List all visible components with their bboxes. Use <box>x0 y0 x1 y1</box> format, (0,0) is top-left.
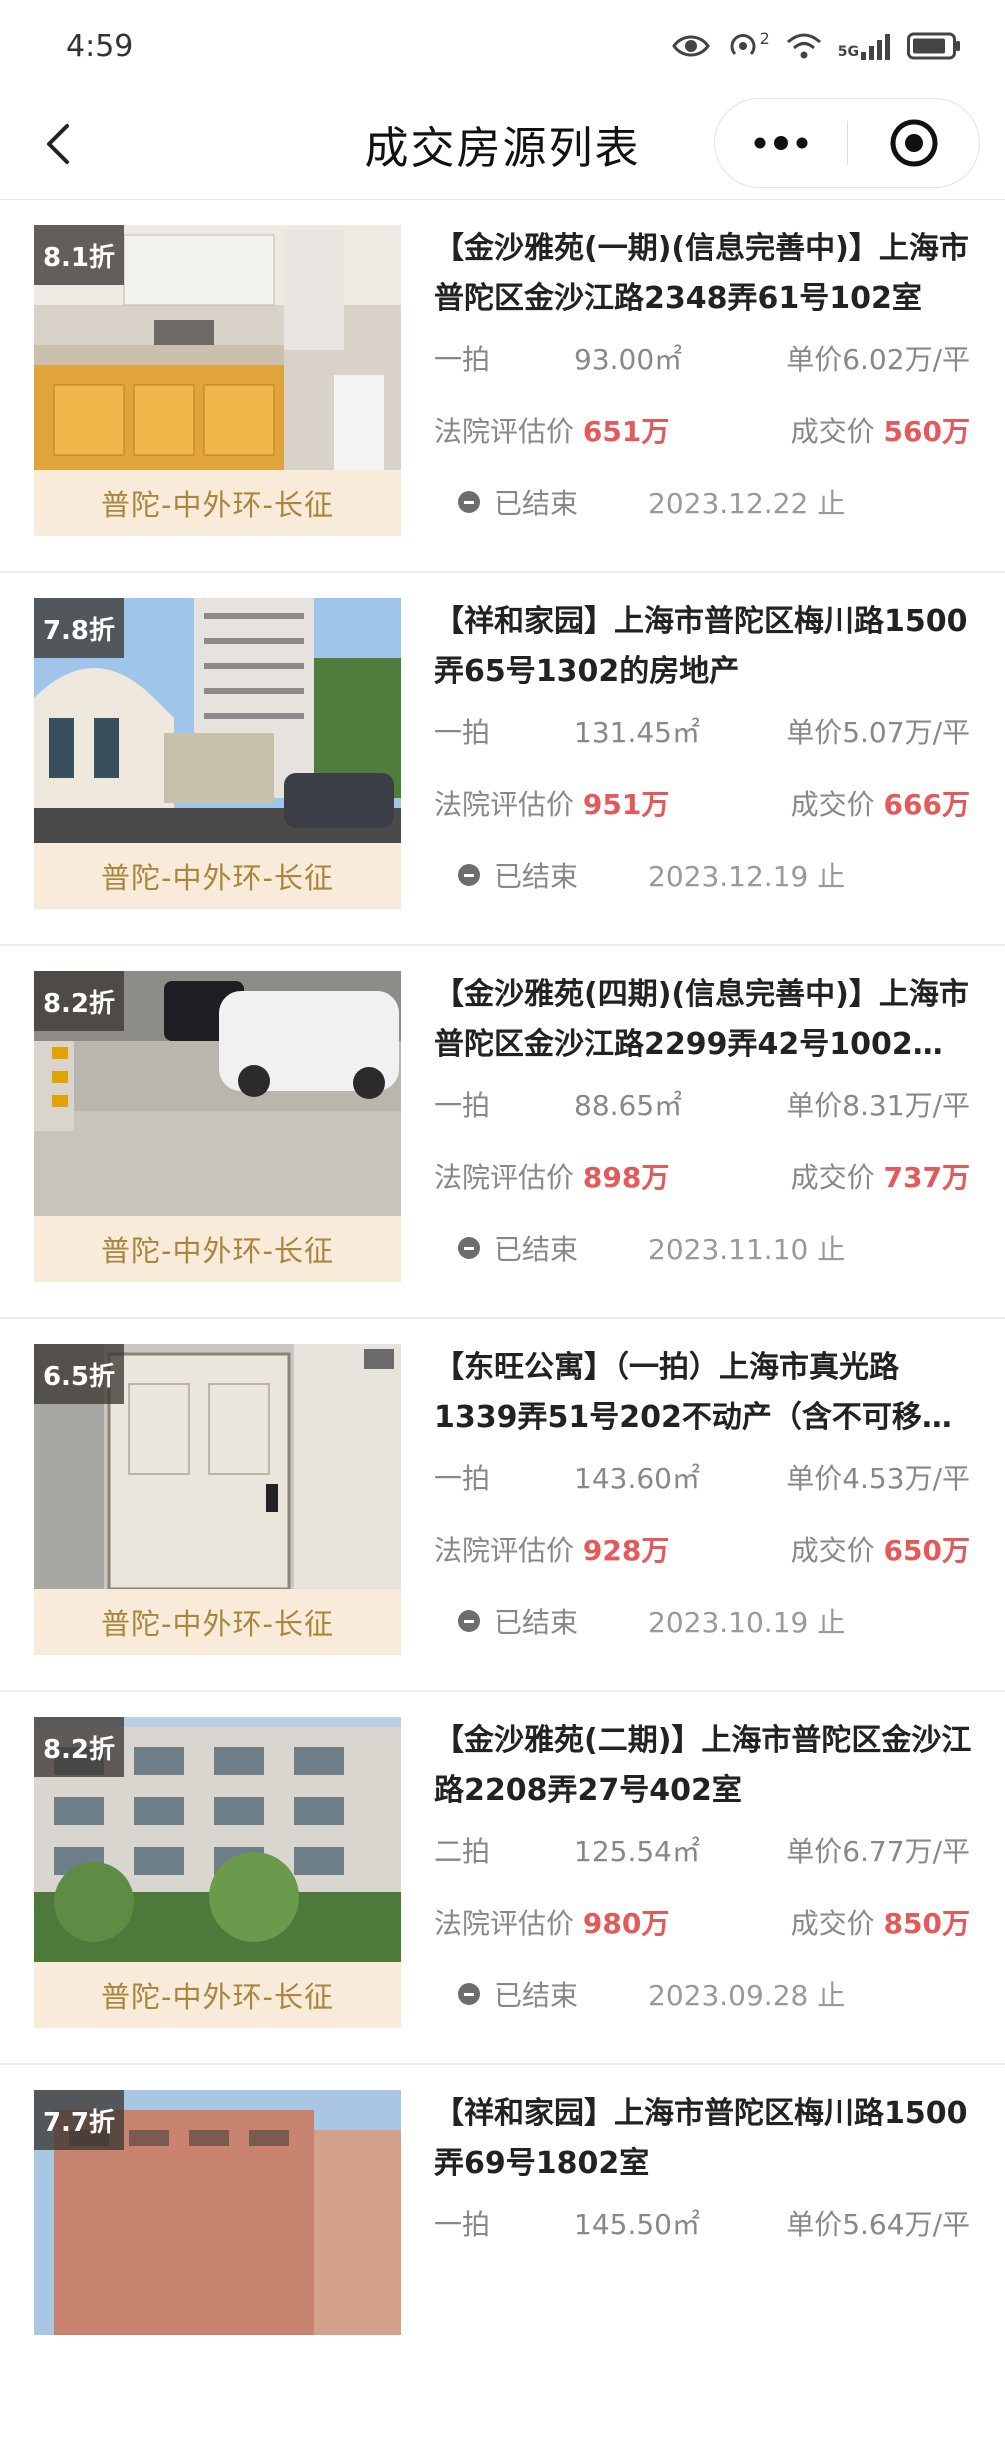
close-miniprogram-button[interactable] <box>848 99 979 187</box>
floor-area: 88.65㎡ <box>574 1089 683 1122</box>
listing-title[interactable]: 【金沙雅苑(四期)(信息完善中)】上海市普陀区金沙江路2299弄42号1002室… <box>434 970 974 1070</box>
discount-badge: 7.7折 <box>34 2090 124 2150</box>
listing-card[interactable]: 8.2折 普陀-中外环-长征 【金沙雅苑(四期)(信息完善中)】上海市普陀区金沙… <box>0 946 1005 1319</box>
ended-icon <box>458 491 480 513</box>
floor-area: 93.00㎡ <box>574 343 683 376</box>
region-label: 普陀-中外环-长征 <box>34 1589 401 1655</box>
region-label: 普陀-中外环-长征 <box>34 1962 401 2028</box>
appraisal-label: 法院评估价 <box>434 1161 575 1194</box>
listing-card[interactable]: 8.1折 普陀-中外环-长征 【金沙雅苑(一期)(信息完善中)】上海市普陀区金沙… <box>0 200 1005 573</box>
discount-badge: 6.5折 <box>34 1344 124 1404</box>
ended-icon <box>458 1983 480 2005</box>
target-close-icon <box>890 119 937 167</box>
unit-price: 单价5.64万/平 <box>786 2208 970 2241</box>
cellular-signal-icon: 5G <box>838 32 891 60</box>
navigation-bar: 成交房源列表 <box>0 92 1005 200</box>
floor-area: 143.60㎡ <box>574 1462 700 1495</box>
auction-status: 已结束 <box>494 1606 579 1639</box>
deal-label: 成交价 <box>790 1161 875 1194</box>
auction-status: 已结束 <box>494 860 579 893</box>
signal-badge: 5G <box>837 44 859 60</box>
floor-area: 131.45㎡ <box>574 716 700 749</box>
appraisal-price: 951万 <box>582 788 670 821</box>
more-dots-icon <box>754 136 808 150</box>
appraisal-label: 法院评估价 <box>434 788 575 821</box>
eye-icon <box>671 33 710 59</box>
deal-label: 成交价 <box>790 1534 875 1567</box>
appraisal-price: 898万 <box>582 1161 670 1194</box>
unit-price: 单价4.53万/平 <box>786 1462 970 1495</box>
auction-status: 已结束 <box>494 1979 579 2012</box>
deal-price: 737万 <box>883 1161 970 1194</box>
end-date: 2023.11.10 止 <box>648 1233 846 1266</box>
listing-title[interactable]: 【金沙雅苑(一期)(信息完善中)】上海市普陀区金沙江路2348弄61号102室 <box>434 224 974 324</box>
deal-label: 成交价 <box>790 415 875 448</box>
end-date: 2023.12.22 止 <box>648 487 846 520</box>
deal-label: 成交价 <box>790 1907 875 1940</box>
region-label: 普陀-中外环-长征 <box>34 843 401 909</box>
listing-title[interactable]: 【金沙雅苑(二期)】上海市普陀区金沙江路2208弄27号402室 <box>434 1716 974 1816</box>
status-icons: 2 5G <box>671 29 961 63</box>
miniprogram-capsule <box>714 98 980 188</box>
hotspot-icon: 2 <box>726 29 770 63</box>
floor-area: 145.50㎡ <box>574 2208 700 2241</box>
floor-area: 125.54㎡ <box>574 1835 700 1868</box>
auction-round: 一拍 <box>434 1089 491 1122</box>
end-date: 2023.10.19 止 <box>648 1606 846 1639</box>
ended-icon <box>458 1610 480 1632</box>
deal-label: 成交价 <box>790 788 875 821</box>
status-bar: 4:59 2 5G <box>0 0 1005 92</box>
auction-round: 一拍 <box>434 2208 491 2241</box>
more-button[interactable] <box>715 99 847 187</box>
appraisal-price: 980万 <box>582 1907 670 1940</box>
discount-badge: 8.2折 <box>34 971 124 1031</box>
region-label: 普陀-中外环-长征 <box>34 470 401 536</box>
clock: 4:59 <box>66 28 134 64</box>
appraisal-label: 法院评估价 <box>434 415 575 448</box>
appraisal-price: 928万 <box>582 1534 670 1567</box>
deal-price: 850万 <box>883 1907 970 1940</box>
listing-card[interactable]: 6.5折 普陀-中外环-长征 【东旺公寓】（一拍）上海市真光路1339弄51号2… <box>0 1319 1005 1692</box>
unit-price: 单价6.77万/平 <box>786 1835 970 1868</box>
appraisal-price: 651万 <box>582 415 670 448</box>
listing-title[interactable]: 【东旺公寓】（一拍）上海市真光路1339弄51号202不动产（含不可移动装... <box>434 1343 974 1443</box>
deal-price: 560万 <box>883 415 970 448</box>
discount-badge: 8.2折 <box>34 1717 124 1777</box>
appraisal-label: 法院评估价 <box>434 1907 575 1940</box>
auction-round: 一拍 <box>434 716 491 749</box>
ended-icon <box>458 864 480 886</box>
auction-status: 已结束 <box>494 1233 579 1266</box>
discount-badge: 7.8折 <box>34 598 124 658</box>
hotspot-badge: 2 <box>759 29 770 48</box>
appraisal-label: 法院评估价 <box>434 1534 575 1567</box>
listing-card[interactable]: 8.2折 普陀-中外环-长征 【金沙雅苑(二期)】上海市普陀区金沙江路2208弄… <box>0 1692 1005 2065</box>
deal-price: 666万 <box>883 788 970 821</box>
wifi-icon <box>786 32 822 60</box>
deal-price: 650万 <box>883 1534 970 1567</box>
listing-title[interactable]: 【祥和家园】上海市普陀区梅川路1500弄69号1802室 <box>434 2089 974 2189</box>
auction-round: 一拍 <box>434 1462 491 1495</box>
unit-price: 单价5.07万/平 <box>786 716 970 749</box>
unit-price: 单价8.31万/平 <box>786 1089 970 1122</box>
battery-icon <box>907 32 961 60</box>
auction-round: 二拍 <box>434 1835 491 1868</box>
region-label: 普陀-中外环-长征 <box>34 1216 401 1282</box>
listing-list: 8.1折 普陀-中外环-长征 【金沙雅苑(一期)(信息完善中)】上海市普陀区金沙… <box>0 200 1005 2438</box>
discount-badge: 8.1折 <box>34 225 124 285</box>
listing-title[interactable]: 【祥和家园】上海市普陀区梅川路1500弄65号1302的房地产 <box>434 597 974 697</box>
end-date: 2023.12.19 止 <box>648 860 846 893</box>
ended-icon <box>458 1237 480 1259</box>
unit-price: 单价6.02万/平 <box>786 343 970 376</box>
auction-round: 一拍 <box>434 343 491 376</box>
listing-card[interactable]: 7.7折 【祥和家园】上海市普陀区梅川路1500弄69号1802室 一拍 145… <box>0 2065 1005 2438</box>
end-date: 2023.09.28 止 <box>648 1979 846 2012</box>
auction-status: 已结束 <box>494 487 579 520</box>
listing-card[interactable]: 7.8折 普陀-中外环-长征 【祥和家园】上海市普陀区梅川路1500弄65号13… <box>0 573 1005 946</box>
